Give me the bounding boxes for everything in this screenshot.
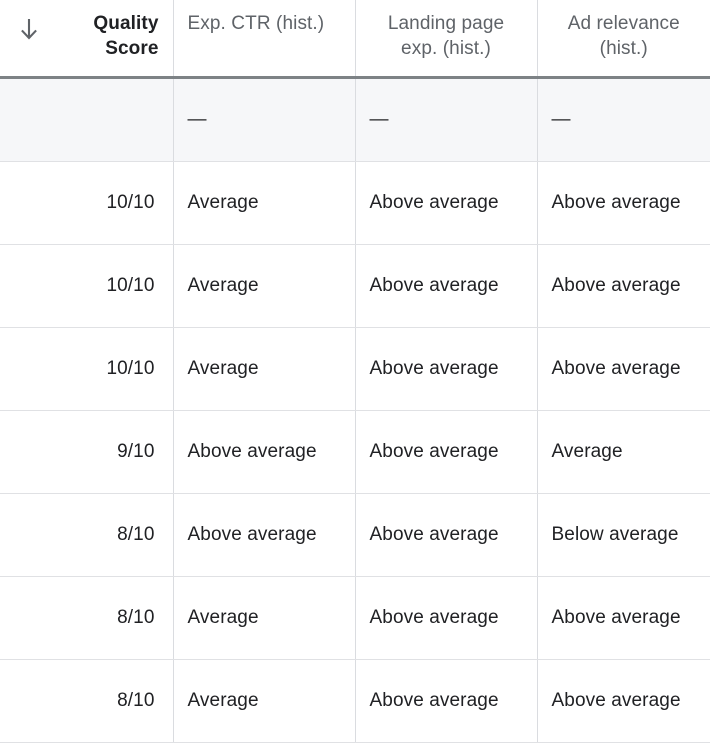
cell-value-ad_relevance: Above average [538,272,710,300]
cell-quality_score: 8/10 [0,659,173,742]
summary-row[interactable]: ——— [0,77,710,161]
table-header: Quality Score Exp. CTR (hist.) Landing p… [0,0,710,77]
cell-quality_score: 8/10 [0,493,173,576]
table-row[interactable]: 10/10AverageAbove averageAbove average [0,244,710,327]
cell-value-ad_relevance: Below average [538,521,710,549]
cell-landing_page: Above average [355,659,537,742]
cell-value-quality_score: 10/10 [0,189,173,217]
cell-exp_ctr: Average [173,327,355,410]
column-header-ad-relevance[interactable]: Ad relevance (hist.) [537,0,710,77]
cell-quality_score: 8/10 [0,576,173,659]
cell-value-quality_score: 8/10 [0,521,173,549]
table-row[interactable]: 8/10AverageAbove averageAbove average [0,576,710,659]
cell-quality_score: 10/10 [0,161,173,244]
header-row: Quality Score Exp. CTR (hist.) Landing p… [0,0,710,77]
cell-landing_page: Above average [355,410,537,493]
cell-value-quality_score: 10/10 [0,355,173,383]
table-row[interactable]: 10/10AverageAbove averageAbove average [0,161,710,244]
cell-value-ad_relevance: Above average [538,355,710,383]
quality-score-table: Quality Score Exp. CTR (hist.) Landing p… [0,0,710,743]
table-row[interactable]: 10/10AverageAbove averageAbove average [0,327,710,410]
cell-value-quality_score: 8/10 [0,604,173,632]
cell-landing_page: Above average [355,161,537,244]
cell-quality_score: 9/10 [0,410,173,493]
cell-value-exp_ctr: Average [174,189,355,217]
cell-value-exp_ctr: Average [174,355,355,383]
cell-value-quality_score: 10/10 [0,272,173,300]
cell-value-exp_ctr: Above average [174,521,355,549]
cell-value-exp_ctr: — [174,106,355,134]
table-row[interactable]: 8/10Above averageAbove averageBelow aver… [0,493,710,576]
cell-exp_ctr: Above average [173,410,355,493]
cell-ad_relevance: — [537,77,710,161]
column-header-quality-score[interactable]: Quality Score [0,0,173,77]
cell-landing_page: Above average [355,244,537,327]
cell-value-quality_score: 8/10 [0,687,173,715]
cell-landing_page: Above average [355,327,537,410]
cell-ad_relevance: Below average [537,493,710,576]
cell-ad_relevance: Above average [537,327,710,410]
cell-value-ad_relevance: Above average [538,687,710,715]
cell-value-landing_page: — [356,106,537,134]
cell-value-ad_relevance: Above average [538,604,710,632]
cell-landing_page: Above average [355,576,537,659]
cell-value-exp_ctr: Average [174,687,355,715]
cell-value-quality_score: 9/10 [0,438,173,466]
cell-value-ad_relevance: Above average [538,189,710,217]
table-row[interactable]: 8/10AverageAbove averageAbove average [0,659,710,742]
cell-quality_score: 10/10 [0,244,173,327]
cell-landing_page: Above average [355,493,537,576]
column-header-landing-page-exp-label: Landing page exp. (hist.) [370,11,523,61]
cell-value-landing_page: Above average [356,438,537,466]
cell-value-exp_ctr: Average [174,604,355,632]
cell-ad_relevance: Above average [537,161,710,244]
arrow-down-icon[interactable] [18,17,40,43]
cell-value-landing_page: Above average [356,355,537,383]
cell-value-exp_ctr: Average [174,272,355,300]
cell-exp_ctr: Average [173,244,355,327]
cell-exp_ctr: Average [173,576,355,659]
cell-quality_score: 10/10 [0,327,173,410]
cell-value-landing_page: Above average [356,521,537,549]
cell-value-landing_page: Above average [356,604,537,632]
cell-ad_relevance: Above average [537,659,710,742]
cell-ad_relevance: Average [537,410,710,493]
cell-value-landing_page: Above average [356,189,537,217]
cell-value-ad_relevance: — [538,106,710,134]
column-header-exp-ctr[interactable]: Exp. CTR (hist.) [173,0,355,77]
table-body: ———10/10AverageAbove averageAbove averag… [0,77,710,742]
column-header-landing-page-exp[interactable]: Landing page exp. (hist.) [355,0,537,77]
column-header-quality-score-label: Quality Score [40,11,159,61]
cell-exp_ctr: — [173,77,355,161]
cell-value-landing_page: Above average [356,687,537,715]
column-header-ad-relevance-label: Ad relevance (hist.) [552,11,697,61]
column-header-exp-ctr-label: Exp. CTR (hist.) [188,11,325,36]
cell-value-ad_relevance: Average [538,438,710,466]
cell-exp_ctr: Above average [173,493,355,576]
cell-landing_page: — [355,77,537,161]
table-row[interactable]: 9/10Above averageAbove averageAverage [0,410,710,493]
cell-exp_ctr: Average [173,659,355,742]
cell-exp_ctr: Average [173,161,355,244]
cell-ad_relevance: Above average [537,244,710,327]
cell-ad_relevance: Above average [537,576,710,659]
cell-quality_score [0,77,173,161]
cell-value-exp_ctr: Above average [174,438,355,466]
cell-value-landing_page: Above average [356,272,537,300]
